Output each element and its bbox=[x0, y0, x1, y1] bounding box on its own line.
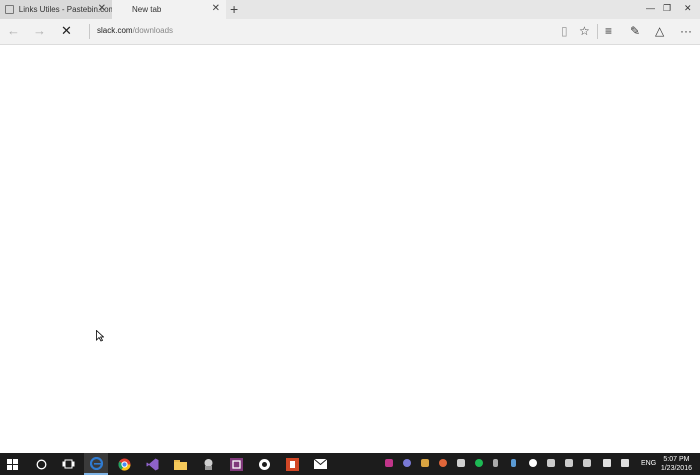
tab-pastebin[interactable]: Links Utiles - Pastebin.com ✕ bbox=[0, 0, 112, 19]
taskbar-mail[interactable] bbox=[308, 453, 332, 475]
divider bbox=[89, 24, 90, 39]
taskbar: ENG 5:07 PM 1/23/2016 bbox=[0, 453, 700, 475]
taskbar-clock[interactable]: 5:07 PM 1/23/2016 bbox=[661, 455, 692, 473]
onedrive-icon[interactable] bbox=[529, 459, 537, 467]
minimize-button[interactable]: — bbox=[646, 2, 655, 14]
task-view-button[interactable] bbox=[56, 453, 80, 475]
visual-studio-icon bbox=[146, 458, 158, 470]
taskbar-app[interactable] bbox=[196, 453, 220, 475]
stop-loading-button[interactable]: ✕ bbox=[61, 23, 72, 39]
favorite-star-icon[interactable]: ☆ bbox=[579, 24, 590, 38]
hub-icon[interactable]: ≡ bbox=[605, 24, 612, 38]
taskbar-app-settings[interactable] bbox=[252, 453, 276, 475]
folder-icon bbox=[173, 459, 187, 470]
windows-logo-icon bbox=[6, 458, 18, 470]
taskbar-onenote[interactable] bbox=[224, 453, 248, 475]
keyboard-icon[interactable] bbox=[621, 459, 629, 467]
taskbar-edge[interactable] bbox=[84, 453, 108, 475]
spotify-icon[interactable] bbox=[475, 459, 483, 467]
action-center-icon[interactable] bbox=[603, 459, 611, 467]
tray-app-icon[interactable] bbox=[403, 459, 411, 467]
tray-app-icon[interactable] bbox=[385, 459, 393, 467]
volume-icon[interactable] bbox=[583, 459, 591, 467]
gear-icon bbox=[258, 458, 270, 470]
mail-icon bbox=[313, 459, 327, 469]
new-tab-button[interactable]: + bbox=[230, 1, 238, 17]
close-tab-icon[interactable]: ✕ bbox=[98, 3, 106, 15]
powerpoint-icon bbox=[285, 457, 299, 471]
restore-button[interactable]: ❐ bbox=[663, 2, 671, 14]
battery-icon[interactable] bbox=[547, 459, 555, 467]
onenote-icon bbox=[229, 457, 243, 471]
back-button[interactable]: ← bbox=[7, 23, 20, 39]
divider bbox=[597, 24, 598, 39]
reading-view-icon[interactable]: ▯ bbox=[561, 24, 568, 38]
taskbar-file-explorer[interactable] bbox=[168, 453, 192, 475]
tray-app-icon[interactable] bbox=[439, 459, 447, 467]
tray-app-icon[interactable] bbox=[457, 459, 465, 467]
share-icon[interactable]: △ bbox=[655, 24, 664, 38]
clock-date: 1/23/2016 bbox=[660, 465, 692, 472]
web-note-icon[interactable]: ✎ bbox=[630, 24, 640, 38]
url-path: /downloads bbox=[132, 26, 174, 35]
app-icon bbox=[204, 458, 212, 470]
input-language[interactable]: ENG bbox=[641, 460, 656, 467]
tray-app-icon[interactable] bbox=[493, 459, 498, 467]
cortana-button[interactable] bbox=[29, 453, 53, 475]
start-button[interactable] bbox=[0, 453, 24, 475]
chrome-icon bbox=[117, 458, 130, 471]
page-icon bbox=[5, 5, 14, 14]
edge-browser-icon bbox=[89, 456, 103, 470]
close-window-button[interactable]: ✕ bbox=[684, 2, 692, 14]
address-bar[interactable]: slack.com/downloads bbox=[97, 26, 173, 35]
taskbar-powerpoint[interactable] bbox=[280, 453, 304, 475]
cortana-circle-icon bbox=[36, 459, 46, 469]
mouse-cursor-icon bbox=[96, 330, 104, 342]
taskbar-visual-studio[interactable] bbox=[140, 453, 164, 475]
url-host: slack.com bbox=[97, 26, 133, 35]
navigation-bar: ← → ✕ slack.com/downloads ▯ ☆ ≡ ✎ △ ··· bbox=[0, 19, 700, 45]
wifi-icon[interactable] bbox=[565, 459, 573, 467]
clock-time: 5:07 PM bbox=[663, 456, 690, 463]
tray-app-icon[interactable] bbox=[421, 459, 429, 467]
bluetooth-icon[interactable] bbox=[511, 459, 516, 467]
task-view-icon bbox=[62, 459, 74, 469]
tab-title: New tab bbox=[132, 5, 162, 14]
close-tab-icon[interactable]: ✕ bbox=[212, 3, 220, 15]
page-content bbox=[0, 45, 700, 453]
tab-strip: Links Utiles - Pastebin.com ✕ New tab ✕ … bbox=[0, 0, 700, 19]
forward-button[interactable]: → bbox=[33, 23, 46, 39]
taskbar-chrome[interactable] bbox=[112, 453, 136, 475]
more-actions-icon[interactable]: ··· bbox=[680, 24, 692, 38]
tab-new-tab[interactable]: New tab ✕ bbox=[112, 0, 226, 19]
